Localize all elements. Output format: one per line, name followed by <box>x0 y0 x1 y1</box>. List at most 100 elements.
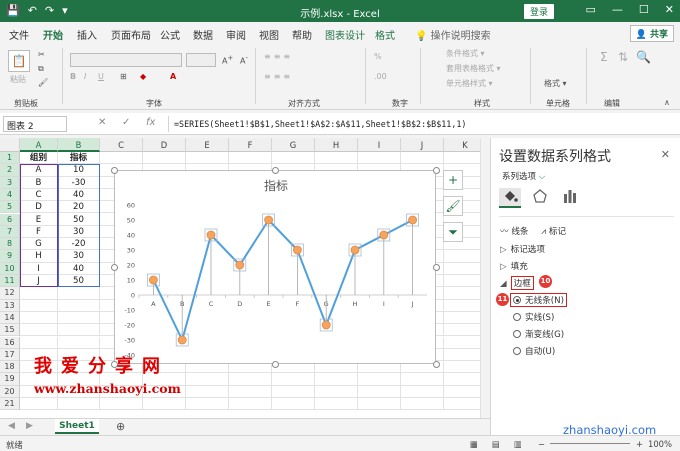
cell[interactable] <box>186 385 229 398</box>
enter-icon[interactable]: ✓ <box>122 117 130 128</box>
row-header[interactable]: 19 <box>0 373 20 386</box>
cell[interactable] <box>358 152 401 165</box>
border-icon[interactable]: ⊞ <box>120 72 127 81</box>
cell[interactable] <box>315 385 358 398</box>
row-header[interactable]: 10 <box>0 262 20 275</box>
cell[interactable]: 30 <box>58 250 100 263</box>
line-section-tab[interactable]: 〰 线条 <box>500 227 529 237</box>
cell[interactable] <box>315 152 358 165</box>
series-options-dropdown[interactable]: 系列选项 ⌵ <box>502 170 545 182</box>
border-row[interactable]: ◢ 边框 <box>500 276 534 290</box>
tab-chart-design[interactable]: 图表设计 <box>325 27 365 42</box>
column-header[interactable]: B <box>58 138 100 152</box>
conditional-format-button[interactable]: 条件格式 ▾ <box>446 48 485 59</box>
format-painter-icon[interactable]: 🖌 <box>38 78 48 87</box>
cell[interactable]: G <box>20 238 58 251</box>
chart-filters-icon[interactable]: ⏷ <box>443 222 463 242</box>
sort-filter-icon[interactable]: ⇅ <box>618 50 628 64</box>
cell[interactable] <box>20 336 58 349</box>
percent-icon[interactable]: % <box>374 52 382 61</box>
align-left-icon[interactable]: ≡≡≡ <box>264 72 293 81</box>
cell[interactable]: 10 <box>58 164 100 177</box>
resize-handle[interactable] <box>111 167 118 174</box>
autosum-icon[interactable]: Σ <box>600 50 608 64</box>
cell[interactable]: 组别 <box>20 152 58 165</box>
zoom-in-icon[interactable]: + <box>636 439 643 449</box>
page-break-icon[interactable]: ▥ <box>514 439 522 449</box>
cell[interactable] <box>272 385 315 398</box>
cell[interactable] <box>186 152 229 165</box>
format-button[interactable]: 格式 ▾ <box>544 78 567 89</box>
resize-handle[interactable] <box>272 361 279 368</box>
cell[interactable] <box>315 398 358 411</box>
row-header[interactable]: 1 <box>0 152 20 165</box>
cut-icon[interactable]: ✂ <box>38 50 45 59</box>
page-layout-icon[interactable]: ▤ <box>492 439 500 449</box>
cell[interactable] <box>358 385 401 398</box>
cell[interactable] <box>58 311 100 325</box>
cell[interactable] <box>58 398 100 411</box>
cell[interactable] <box>401 152 444 165</box>
login-button[interactable]: 登录 <box>524 4 555 19</box>
cell[interactable]: 30 <box>58 225 100 239</box>
cell[interactable]: 20 <box>58 201 100 214</box>
cell[interactable]: 50 <box>58 213 100 226</box>
cell[interactable]: 指标 <box>58 152 100 165</box>
font-name-field[interactable] <box>70 53 182 67</box>
tab-help[interactable]: 帮助 <box>292 27 312 42</box>
tab-formulas[interactable]: 公式 <box>160 27 180 42</box>
cell[interactable] <box>401 373 444 386</box>
radio-solid-line[interactable]: 实线(S) <box>513 311 554 323</box>
marker-section-tab[interactable]: ⩘ 标记 <box>541 227 566 237</box>
tab-insert[interactable]: 插入 <box>77 27 97 42</box>
chart-elements-icon[interactable]: + <box>443 170 463 190</box>
formula-input[interactable]: =SERIES(Sheet1!$B$1,Sheet1!$A$2:$A$11,Sh… <box>168 116 676 132</box>
resize-handle[interactable] <box>111 264 118 271</box>
cell[interactable] <box>229 152 272 165</box>
chart-styles-icon[interactable]: 🖌 <box>443 196 463 216</box>
decimal-icon[interactable]: .00 <box>374 72 387 81</box>
cell[interactable]: 50 <box>58 275 100 288</box>
cell[interactable]: -30 <box>58 176 100 189</box>
row-header[interactable]: 16 <box>0 336 20 349</box>
cell[interactable] <box>272 373 315 386</box>
row-header[interactable]: 15 <box>0 324 20 337</box>
chart[interactable]: 指标6050403020100-10-20-30-40ABCDEFGHIJ <box>111 167 440 368</box>
cell[interactable]: I <box>20 262 58 275</box>
row-header[interactable]: 8 <box>0 238 20 251</box>
cell[interactable]: H <box>20 250 58 263</box>
tab-view[interactable]: 视图 <box>259 27 279 42</box>
grow-font-icon[interactable]: A+ <box>222 54 233 66</box>
cell[interactable] <box>20 398 58 411</box>
column-header[interactable]: I <box>358 138 401 152</box>
row-header[interactable]: 4 <box>0 188 20 202</box>
row-header[interactable]: 17 <box>0 348 20 362</box>
cell[interactable] <box>20 299 58 312</box>
cell[interactable] <box>186 373 229 386</box>
cell[interactable] <box>58 336 100 349</box>
paste-icon[interactable]: 📋 <box>8 50 30 72</box>
bold-icon[interactable]: B <box>70 72 76 81</box>
row-header[interactable]: 7 <box>0 225 20 239</box>
row-header[interactable]: 3 <box>0 176 20 189</box>
zoom-level[interactable]: 100% <box>648 439 672 449</box>
row-header[interactable]: 20 <box>0 385 20 398</box>
cell[interactable] <box>20 287 58 300</box>
ribbon-display-icon[interactable]: ▭ <box>586 3 596 16</box>
tell-me-search[interactable]: 💡 操作说明搜索 <box>415 27 491 42</box>
column-header[interactable]: E <box>186 138 229 152</box>
effects-icon[interactable] <box>529 188 551 208</box>
cell[interactable] <box>358 373 401 386</box>
close-icon[interactable]: ✕ <box>661 148 670 161</box>
cell[interactable]: A <box>20 164 58 177</box>
name-box[interactable]: 图表 2 <box>3 116 67 132</box>
radio-no-line[interactable]: 无线条(N) <box>510 293 567 307</box>
minimize-button[interactable]: — <box>612 3 623 16</box>
find-icon[interactable]: 🔍 <box>636 50 651 64</box>
cell[interactable]: J <box>20 275 58 288</box>
column-header[interactable]: D <box>143 138 186 152</box>
column-header[interactable]: G <box>272 138 315 152</box>
cell[interactable] <box>272 152 315 165</box>
series-options-icon[interactable] <box>559 188 581 208</box>
cell[interactable]: B <box>20 176 58 189</box>
